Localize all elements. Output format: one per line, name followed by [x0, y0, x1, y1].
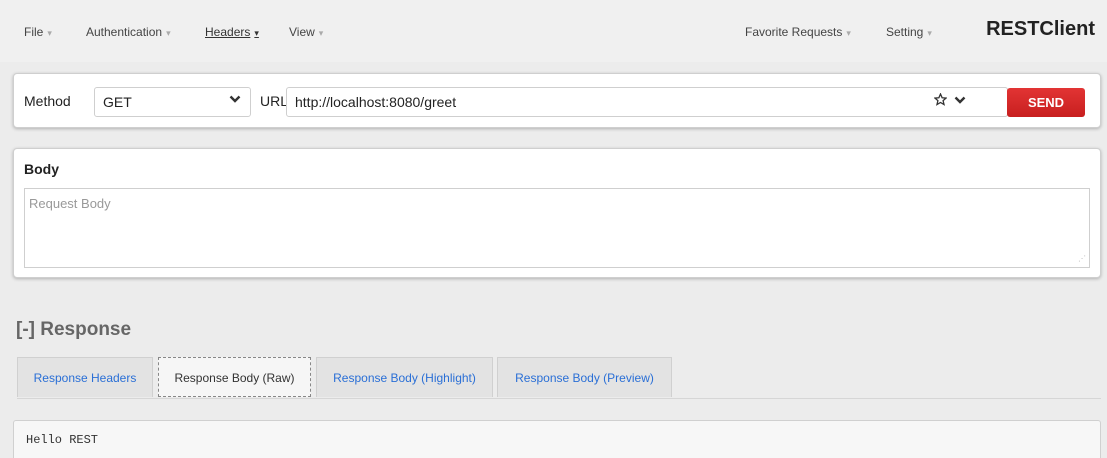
menu-authentication-label: Authentication	[86, 25, 163, 39]
menu-favorite-requests-label: Favorite Requests	[745, 25, 843, 39]
menu-headers-label: Headers	[205, 25, 251, 39]
menu-file-label: File	[24, 25, 44, 39]
star-icon[interactable]	[933, 92, 948, 110]
url-input[interactable]	[286, 87, 1008, 117]
chevron-down-icon[interactable]	[954, 94, 966, 109]
tab-divider	[17, 398, 1101, 399]
caret-down-icon: ▾	[47, 28, 52, 38]
app-brand: RESTClient	[986, 18, 1095, 40]
menu-file[interactable]: File ▾	[24, 25, 52, 39]
tab-response-headers[interactable]: Response Headers	[17, 357, 153, 397]
tab-response-body-highlight[interactable]: Response Body (Highlight)	[316, 357, 493, 397]
caret-down-icon: ▾	[318, 28, 324, 38]
chevron-down-icon	[229, 93, 241, 108]
method-select[interactable]: GET	[94, 87, 251, 117]
request-panel: Method GET URL SEND	[13, 73, 1101, 128]
url-tools	[924, 87, 1008, 117]
method-label: Method	[24, 93, 71, 109]
menu-setting-label: Setting	[886, 25, 924, 39]
caret-down-icon: ▾	[846, 28, 851, 38]
response-body-text: Hello REST	[26, 433, 99, 447]
response-body-panel: Hello REST	[13, 420, 1101, 458]
menu-bar: File ▾ Authentication ▾ Headers ▾ View ▾ Fav…	[0, 0, 1107, 62]
menu-favorite-requests[interactable]: Favorite Requests ▾	[745, 25, 851, 39]
url-label: URL	[260, 93, 289, 109]
body-title: Body	[24, 161, 59, 177]
menu-authentication[interactable]: Authentication ▾	[86, 25, 171, 39]
request-body-textarea[interactable]	[24, 188, 1090, 268]
tab-response-body-preview[interactable]: Response Body (Preview)	[497, 357, 672, 397]
menu-view[interactable]: View ▾	[289, 25, 323, 39]
tab-response-body-raw[interactable]: Response Body (Raw)	[158, 357, 311, 397]
caret-down-icon: ▾	[927, 28, 932, 38]
send-button[interactable]: SEND	[1007, 88, 1085, 117]
method-value: GET	[103, 94, 132, 110]
menu-setting[interactable]: Setting ▾	[886, 25, 932, 39]
caret-down-icon: ▾	[254, 28, 259, 38]
menu-view-label: View	[289, 25, 315, 39]
response-toggle-title[interactable]: [-] Response	[16, 319, 131, 341]
resize-grip-icon[interactable]: ⋰	[1078, 254, 1086, 263]
caret-down-icon: ▾	[166, 28, 171, 38]
body-panel: Body ⋰	[13, 148, 1101, 278]
menu-headers[interactable]: Headers ▾	[205, 25, 259, 39]
